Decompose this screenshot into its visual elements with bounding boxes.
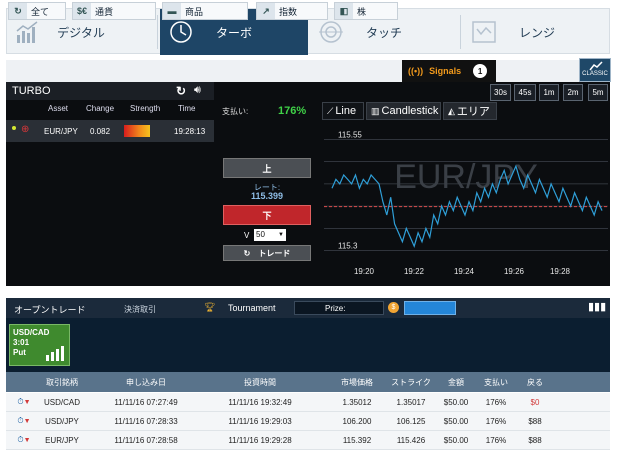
payout-value: 176% [278, 105, 307, 117]
asset-row-eurjpy[interactable]: ⊕ EUR/JPY 0.082 19:28:13 [6, 120, 214, 142]
open-trades-area [6, 318, 610, 372]
range-30s[interactable]: 30s [490, 84, 511, 101]
progress-bar [404, 301, 456, 315]
range-2m[interactable]: 2m [563, 84, 583, 101]
y-tick-label: 115.55 [338, 130, 362, 139]
coin-icon: $ [388, 302, 399, 313]
trade-button[interactable]: ↻ トレード [223, 245, 311, 261]
tab-digital-label: デジタル [57, 25, 105, 40]
signal-bars-icon[interactable]: ▮▮▮ [588, 300, 606, 313]
clock-icon [170, 21, 192, 43]
tab-turbo-label: ターボ [215, 25, 252, 40]
table-row[interactable]: ⏱ ▼ EUR/JPY 11/11/16 07:28:58 11/11/16 19:29… [6, 431, 610, 450]
chart-tab-area[interactable]: ◭ エリア [443, 102, 497, 120]
filter-all[interactable]: ↻ 全て [8, 2, 66, 20]
y-tick-label: 115.3 [338, 242, 358, 251]
currency-icon: $€ [73, 3, 91, 19]
chart-watermark: EUR/JPY [394, 158, 538, 196]
range-45s[interactable]: 45s [514, 84, 536, 101]
turbo-columns: Asset Change Strength Time [48, 104, 196, 113]
tab-touch-label: タッチ [365, 25, 402, 40]
target-icon [319, 21, 343, 43]
rate-value: 115.399 [250, 191, 284, 201]
range-5m[interactable]: 5m [588, 84, 608, 101]
line-chart-icon: ⟋ [327, 105, 334, 116]
signals-count-badge: 1 [473, 64, 488, 78]
signals-button[interactable]: ((•)) Signals 1 [402, 60, 496, 82]
range-icon [472, 21, 496, 43]
chart-tab-line[interactable]: ⟋ Line [322, 102, 364, 120]
filter-currency[interactable]: $€ 通貨 [72, 2, 156, 20]
y-axis-labels: 115.55 115.3 [338, 130, 362, 250]
area-chart-icon: ◭ [448, 105, 455, 116]
classic-view-button[interactable]: CLASSIC [579, 58, 611, 82]
index-chart-icon: ↗ [257, 3, 275, 19]
sound-icon[interactable]: 🔊︎ [194, 84, 201, 97]
payout-label: 支払い: [222, 107, 249, 116]
chart-tab-candlestick[interactable]: ▥ Candlestick [366, 102, 441, 120]
trade-bars-icon [46, 346, 64, 361]
prize-field: Prize: [294, 301, 384, 315]
strength-meter-remaining [150, 125, 172, 137]
tab-range-label: レンジ [518, 25, 555, 40]
x-tick-label: 19:26 [504, 267, 525, 276]
target-icon: ⊕ [21, 124, 30, 135]
table-row[interactable]: ⏱ ▼ USD/CAD 11/11/16 07:27:49 11/11/16 19:32… [6, 393, 610, 412]
filter-commodity[interactable]: ▬ 商品 [162, 2, 248, 20]
digital-chart-icon [16, 21, 38, 43]
x-tick-label: 19:22 [404, 267, 425, 276]
bottom-header: オープントレード 決済取引 🏆︎ Tournament Prize: $ ▮▮▮ [6, 298, 610, 318]
classic-chart-icon [589, 61, 603, 71]
amount-select[interactable]: 50 ▼ [254, 229, 286, 241]
table-row[interactable]: ⏱ ▼ USD/JPY 11/11/16 07:28:33 11/11/16 19:29… [6, 412, 610, 431]
price-chart[interactable]: EUR/JPY 115.55 115.3 19:20 19:22 19:24 19:26… [324, 120, 608, 284]
x-tick-label: 19:28 [550, 267, 571, 276]
asset-filter-bar [6, 60, 610, 82]
tab-open-trades[interactable]: オープントレード [14, 303, 85, 316]
trades-table-header: 取引銘柄 申し込み日 投資時間 市場価格 ストライク 金額 支払い 戻る [6, 372, 610, 392]
up-button[interactable]: 上 [223, 158, 311, 178]
active-dot [12, 126, 16, 130]
x-tick-label: 19:20 [354, 267, 375, 276]
trophy-icon: 🏆︎ [204, 302, 216, 312]
filter-index[interactable]: ↗ 指数 [256, 2, 328, 20]
x-axis-labels: 19:20 19:22 19:24 19:26 19:28 [354, 267, 571, 276]
tournament-label: Tournament [228, 303, 276, 313]
refresh-icon: ↻ [9, 3, 27, 19]
gold-bars-icon: ▬ [163, 3, 181, 19]
signal-broadcast-icon: ((•)) [408, 66, 424, 76]
open-trade-card[interactable]: USD/CAD 3:01 Put [9, 324, 70, 366]
trade-refresh-icon: ↻ [243, 248, 251, 258]
down-button[interactable]: 下 [223, 205, 311, 225]
reload-icon[interactable]: ↻ [176, 84, 186, 98]
chevron-down-icon: ▼ [278, 232, 284, 238]
tab-closed-trades[interactable]: 決済取引 [124, 304, 156, 315]
tab-range[interactable]: レンジ [463, 9, 611, 55]
candlestick-icon: ▥ [371, 105, 380, 116]
amount-prefix: V [244, 231, 250, 240]
x-tick-label: 19:24 [454, 267, 475, 276]
stocks-icon: ◧ [335, 3, 353, 19]
range-1m[interactable]: 1m [539, 84, 559, 101]
filter-stocks[interactable]: ◧ 株 [334, 2, 398, 20]
